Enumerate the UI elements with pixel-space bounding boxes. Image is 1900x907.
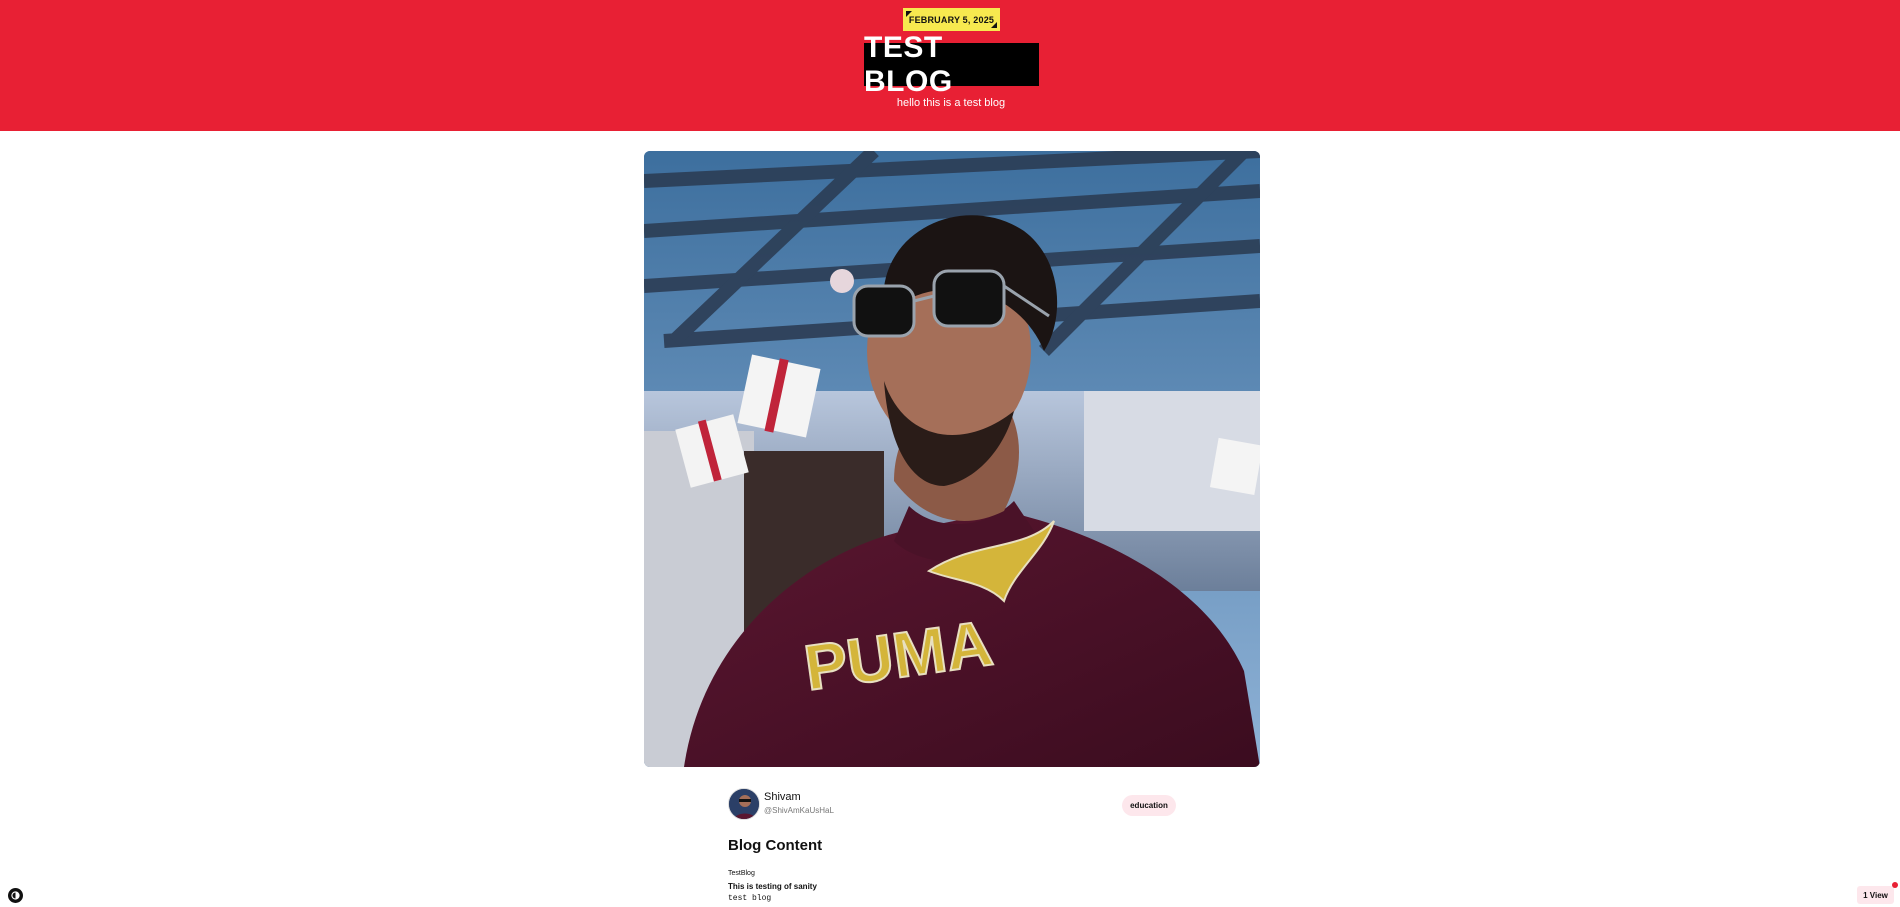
- date-tag-corner-top: [906, 11, 912, 17]
- blog-title: TEST BLOG: [864, 31, 1039, 98]
- date-tag: FEBRUARY 5, 2025: [903, 8, 1000, 31]
- blog-header: FEBRUARY 5, 2025 TEST BLOG hello this is…: [0, 0, 1900, 131]
- blog-subtitle: hello this is a test blog: [896, 97, 1006, 109]
- content-heading: Blog Content: [728, 837, 823, 854]
- avatar[interactable]: [728, 788, 760, 820]
- view-indicator-dot: [1892, 882, 1898, 888]
- avatar-image: [729, 789, 759, 819]
- theme-toggle-button[interactable]: [8, 888, 23, 903]
- cover-image: PUMA: [644, 151, 1260, 767]
- date-tag-corner-bottom: [991, 22, 997, 28]
- content-line-bold: This is testing of sanity: [728, 882, 817, 891]
- author-name[interactable]: Shivam: [764, 791, 801, 803]
- view-counter: 1 View: [1857, 886, 1894, 904]
- author-handle: @ShivAmKaUsHaL: [764, 806, 834, 815]
- content-line: TestBlog: [728, 870, 755, 877]
- publish-date: FEBRUARY 5, 2025: [908, 14, 995, 25]
- cover-photo-illustration: PUMA: [644, 151, 1260, 767]
- content-line-code: test blog: [728, 894, 772, 903]
- category-tag[interactable]: education: [1122, 795, 1176, 816]
- theme-toggle-icon: [11, 891, 20, 900]
